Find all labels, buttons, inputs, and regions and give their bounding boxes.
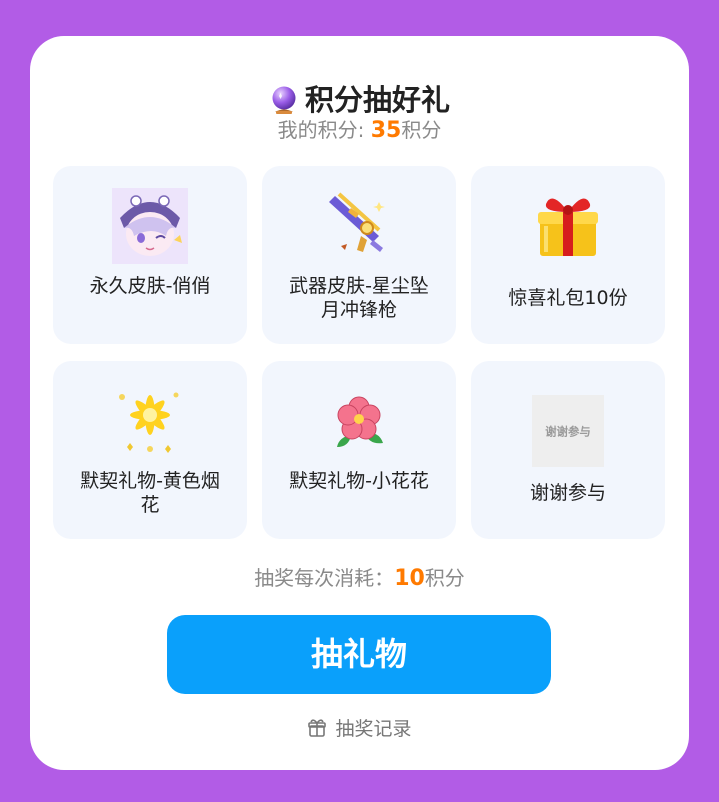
prize-name: 永久皮肤-俏俏	[89, 275, 211, 297]
draw-gift-button[interactable]: 抽礼物	[167, 615, 551, 694]
prize-name: 谢谢参与	[529, 482, 606, 504]
thanks-image-text: 谢谢参与	[545, 425, 590, 439]
draw-record-link[interactable]: 抽奖记录	[30, 716, 689, 742]
points-value: 35	[370, 118, 402, 143]
prize-name: 默契礼物-黄色烟花	[80, 470, 220, 516]
record-label: 抽奖记录	[335, 718, 412, 740]
crystal-ball-icon	[272, 86, 296, 114]
character-skin-image	[112, 188, 188, 264]
prize-item-thanks: 谢谢参与 谢谢参与	[471, 361, 665, 539]
thanks-image: 谢谢参与	[532, 395, 604, 467]
my-points: 我的积分: 35积分	[30, 116, 689, 145]
yellow-firework-image	[119, 392, 179, 453]
cost-value: 10	[394, 566, 425, 591]
cost-label: 抽奖每次消耗：	[254, 566, 395, 590]
prize-item-weapon-skin: 武器皮肤-星尘坠月冲锋枪	[262, 166, 456, 344]
points-label: 我的积分:	[277, 118, 371, 142]
gift-outline-icon	[308, 719, 327, 737]
lottery-card: 积分抽好礼 我的积分: 35积分 永久皮肤-俏俏 武器皮肤-星尘坠月冲锋枪 惊喜…	[30, 36, 689, 770]
prize-name: 武器皮肤-星尘坠月冲锋枪	[289, 275, 429, 321]
points-unit: 积分	[401, 118, 442, 142]
prize-name: 默契礼物-小花花	[289, 470, 429, 492]
prize-item-surprise-gift: 惊喜礼包10份	[471, 166, 665, 344]
weapon-skin-image	[329, 192, 385, 252]
prize-name: 惊喜礼包10份	[508, 287, 628, 309]
prize-item-small-flower: 默契礼物-小花花	[262, 361, 456, 539]
gift-box-image	[538, 198, 598, 256]
prize-item-yellow-firework: 默契礼物-黄色烟花	[53, 361, 247, 539]
cost-unit: 积分	[424, 566, 465, 590]
title-text: 积分抽好礼	[304, 83, 450, 117]
pink-flower-image	[337, 396, 383, 447]
prize-item-skin-qiaoqiao: 永久皮肤-俏俏	[53, 166, 247, 344]
page-title: 积分抽好礼	[30, 80, 689, 120]
draw-cost: 抽奖每次消耗：10积分	[30, 564, 689, 593]
prize-grid: 永久皮肤-俏俏 武器皮肤-星尘坠月冲锋枪 惊喜礼包10份 默契礼物-黄色烟花 默…	[53, 166, 667, 541]
